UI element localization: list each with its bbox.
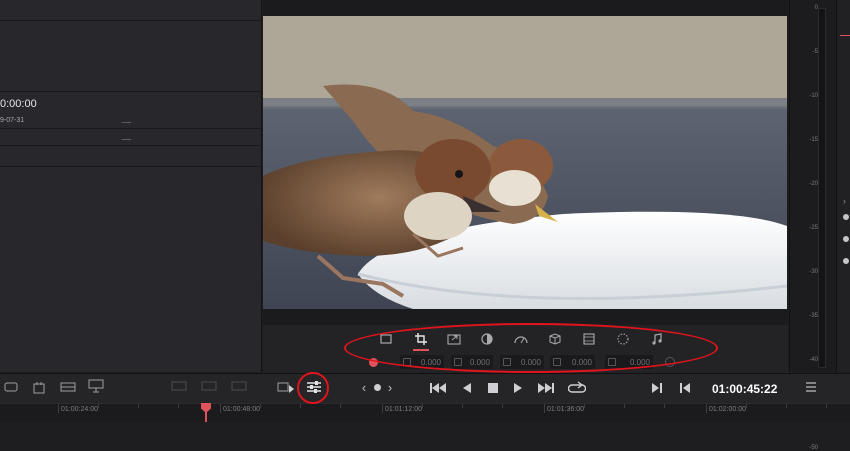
ruler-tick <box>544 404 545 413</box>
meter-tick-label: -40 <box>809 357 818 363</box>
meter-dot-1[interactable] <box>843 214 849 220</box>
ruler-minor-tick <box>786 404 787 408</box>
meter-tick-label: -10 <box>809 93 818 99</box>
ruler-tick <box>382 404 383 413</box>
sparrows-image <box>263 16 787 309</box>
next-clip-button[interactable]: › <box>385 380 395 395</box>
ruler-minor-tick <box>502 404 503 408</box>
ruler-minor-tick <box>746 404 747 408</box>
split-view-icon[interactable] <box>58 380 78 394</box>
ruler-minor-tick <box>462 404 463 408</box>
add-marker-icon[interactable] <box>30 380 48 396</box>
ruler-minor-tick <box>260 404 261 408</box>
playhead-line <box>205 412 207 422</box>
ruler-minor-tick <box>664 404 665 408</box>
meter-dot-3[interactable] <box>843 258 849 264</box>
prev-clip-button[interactable]: ‹ <box>359 380 369 395</box>
ruler-tick <box>58 404 59 413</box>
meter-tick-label: -35 <box>809 313 818 319</box>
stop-icon[interactable] <box>485 380 501 396</box>
ruler-minor-tick <box>98 404 99 408</box>
swap-view-icon[interactable] <box>2 380 20 394</box>
play-reverse-icon[interactable] <box>459 380 475 396</box>
ruler-minor-tick <box>624 404 625 408</box>
ruler-label: 01:01:36:00 <box>547 406 584 413</box>
ruler-minor-tick <box>138 404 139 408</box>
ruler-minor-tick <box>422 404 423 408</box>
ruler-label: 01:00:48:00 <box>223 406 260 413</box>
meter-tick-label: -15 <box>809 137 818 143</box>
go-to-end-icon[interactable] <box>535 380 557 396</box>
ruler-label: 01:02:00:00 <box>709 406 746 413</box>
layout-2-icon[interactable] <box>200 380 218 392</box>
ruler-label: 01:00:24:00 <box>61 406 98 413</box>
meter-tick-label: -25 <box>809 225 818 231</box>
ruler-minor-tick <box>584 404 585 408</box>
ruler-tick <box>220 404 221 413</box>
meter-dot-2[interactable] <box>843 236 849 242</box>
loop-icon[interactable] <box>567 380 587 396</box>
clip-dot-icon[interactable] <box>374 384 381 391</box>
clip-date: 9-07-31 <box>0 117 25 124</box>
annotation-circle-settings <box>297 372 329 404</box>
meter-tick-label: -50 <box>809 445 818 451</box>
chevron-right-icon[interactable]: › <box>843 196 846 206</box>
play-icon[interactable] <box>510 380 526 396</box>
meter-side-panel <box>836 0 850 372</box>
viewer-frame[interactable] <box>263 16 787 309</box>
prev-edit-icon[interactable] <box>676 380 694 396</box>
next-edit-icon[interactable] <box>648 380 666 396</box>
clip-timecode: 0:00:00 <box>0 98 37 110</box>
go-to-start-icon[interactable] <box>428 380 448 396</box>
layout-1-icon[interactable] <box>170 380 188 392</box>
meter-bar-left <box>818 8 826 368</box>
clip-field-empty-2: __ <box>122 131 131 140</box>
clip-field-empty-1: __ <box>122 114 131 123</box>
ruler-label: 01:01:12:00 <box>385 406 422 413</box>
ruler-minor-tick <box>178 404 179 408</box>
ruler-tick <box>706 404 707 413</box>
annotation-ellipse-toolbar <box>344 323 718 373</box>
meter-peak-marker <box>840 35 850 36</box>
media-info-panel <box>0 0 262 372</box>
ruler-minor-tick <box>340 404 341 408</box>
playhead-timecode: 01:00:45:22 <box>712 382 778 396</box>
meter-tick-label: -30 <box>809 269 818 275</box>
layout-3-icon[interactable] <box>230 380 248 392</box>
ruler-minor-tick <box>826 404 827 408</box>
meter-tick-label: 0 <box>814 5 818 11</box>
meter-tick-label: -5 <box>812 49 818 55</box>
overlay-icon[interactable] <box>86 378 106 394</box>
meter-tick-label: -20 <box>809 181 818 187</box>
menu-icon[interactable] <box>803 380 819 394</box>
viewer-mode-icon[interactable] <box>276 380 296 396</box>
ruler-minor-tick <box>300 404 301 408</box>
